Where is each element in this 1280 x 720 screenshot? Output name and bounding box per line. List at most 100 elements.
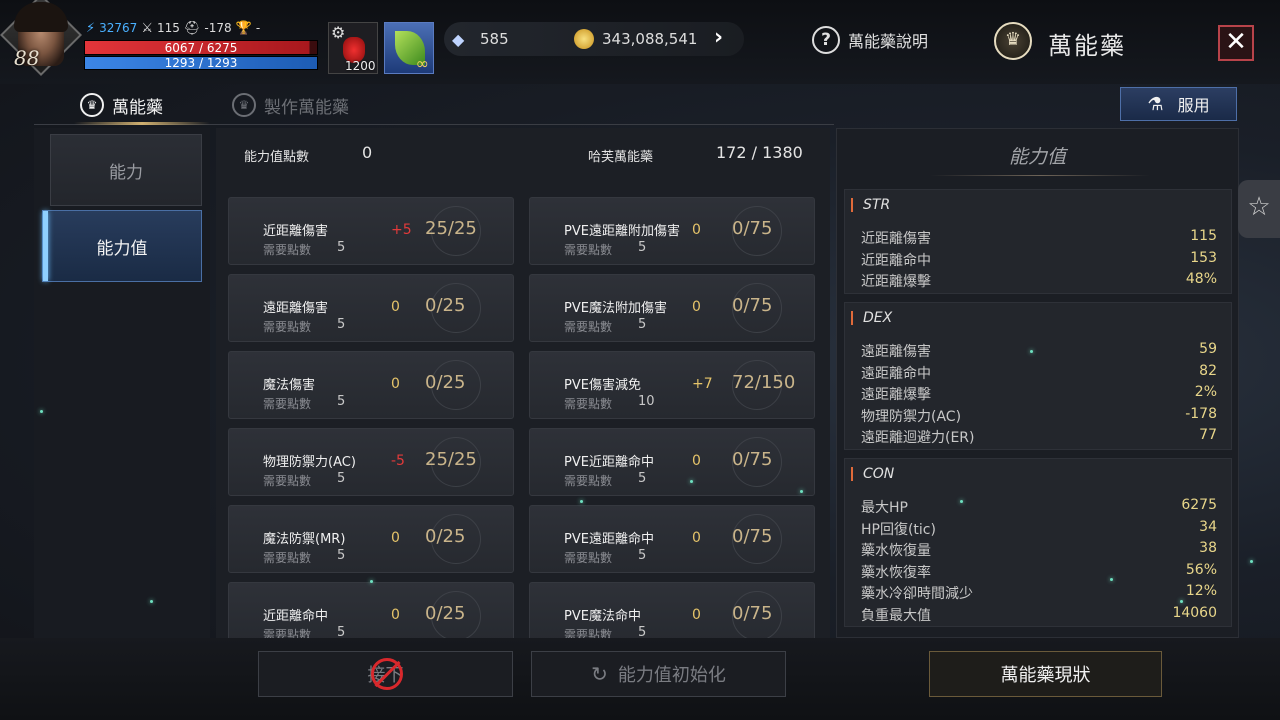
elixir-bonus: 0 (391, 299, 400, 315)
elixir-bonus: 0 (391, 376, 400, 392)
stat-section-header: CON (851, 467, 894, 481)
elixir-card[interactable]: PVE近距離命中 需要點數 5 0 0/75 (529, 428, 815, 496)
elixir-card[interactable]: 遠距離傷害 需要點數 5 0 0/25 (228, 274, 514, 342)
elixir-bonus: -5 (391, 453, 405, 469)
status-button-label: 萬能藥現狀 (1000, 665, 1091, 686)
elixir-card[interactable]: 魔法防禦(MR) 需要點數 5 0 0/25 (228, 505, 514, 573)
elixir-name: PVE傷害減免 (564, 378, 641, 393)
required-points-value: 5 (638, 240, 647, 255)
stat-value: 153 (1190, 249, 1217, 266)
trophy-value: - (255, 21, 261, 35)
required-points-value: 5 (337, 548, 346, 563)
points-label: 能力值點數 (244, 150, 310, 165)
required-points-label: 需要點數 (564, 243, 613, 257)
stat-label: 近距離爆擊 (861, 274, 931, 290)
stat-label: 近距離命中 (861, 252, 931, 269)
use-button[interactable]: ⚗ 服用 (1120, 87, 1237, 121)
help-label: 萬能藥說明 (848, 32, 929, 51)
required-points-value: 5 (337, 317, 346, 332)
chevron-right-icon[interactable]: › (714, 25, 723, 50)
points-value: 0 (362, 143, 373, 162)
menu-item-ability[interactable]: 能力 (50, 134, 202, 206)
elixir-name: 魔法傷害 (263, 378, 316, 393)
stat-value: 38 (1199, 540, 1217, 556)
stat-value: 6275 (1181, 497, 1217, 513)
gear-icon[interactable]: ⚙ (331, 23, 345, 42)
page-title: 萬能藥 (1048, 32, 1126, 60)
accept-button[interactable]: 接下 (258, 651, 513, 697)
stats-panel-title: 能力值 (1008, 146, 1066, 168)
stat-section-con: CON 最大HP 6275 HP回復(tic) 34 藥水恢復量 38 藥水恢復率 56% 藥水冷… (844, 458, 1232, 627)
haf-elixir-value: 172 / 1380 (716, 143, 803, 162)
stat-label: 藥水恢復率 (861, 564, 931, 581)
stat-row: 近距離命中 153 (861, 250, 1217, 270)
elixir-progress: 0/75 (732, 295, 773, 316)
potion-quickslot[interactable]: ⚙ 1200 (328, 22, 378, 74)
elixir-progress: 0/75 (732, 218, 773, 239)
required-points-label: 需要點數 (263, 320, 312, 334)
mp-text: 1293 / 1293 (164, 56, 238, 70)
required-points-label: 需要點數 (564, 551, 613, 565)
elixir-card[interactable]: PVE魔法附加傷害 需要點數 5 0 0/75 (529, 274, 815, 342)
stat-value: 115 (1190, 228, 1217, 244)
elixir-card[interactable]: PVE遠距離命中 需要點數 5 0 0/75 (529, 505, 815, 573)
stat-row: 藥水恢復量 38 (861, 540, 1217, 560)
required-points-label: 需要點數 (263, 243, 312, 257)
elixir-progress: 25/25 (425, 449, 477, 470)
menu-item-ability-value[interactable]: 能力值 (42, 210, 202, 282)
help-button[interactable]: ? 萬能藥說明 (812, 24, 928, 56)
elixir-name: 魔法防禦(MR) (263, 532, 346, 547)
elixir-name: 遠距離傷害 (263, 301, 329, 316)
trophy-icon: 🏆 (235, 20, 252, 36)
stat-row: 遠距離爆擊 2% (861, 384, 1217, 404)
infinity-icon: ∞ (415, 54, 429, 73)
elixir-bonus: 0 (391, 530, 400, 546)
stat-row: 近距離傷害 115 (861, 228, 1217, 248)
elixir-bonus: +5 (391, 222, 412, 238)
tab-craft-elixir[interactable]: ♛ 製作萬能藥 (232, 88, 349, 122)
required-points-value: 5 (337, 240, 346, 255)
reset-stats-button[interactable]: ↻ 能力值初始化 (531, 651, 786, 697)
use-button-label: 服用 (1177, 96, 1210, 115)
stat-value: 48% (1185, 271, 1217, 287)
selected-indicator (43, 211, 48, 281)
stat-section-str: STR 近距離傷害 115 近距離命中 153 近距離爆擊 48% (844, 189, 1232, 294)
stat-value: -178 (1185, 405, 1217, 422)
stat-label: 遠距離命中 (861, 365, 931, 382)
elixir-card[interactable]: 近距離傷害 需要點數 5 +5 25/25 (228, 197, 514, 265)
attack-value: 115 (156, 21, 180, 35)
elixir-card[interactable]: PVE傷害減免 需要點數 10 +7 72/150 (529, 351, 815, 419)
stat-row: 最大HP 6275 (861, 497, 1217, 517)
currency-bar[interactable]: ◆ 585 343,088,541 › (444, 22, 744, 56)
stat-label: 物理防禦力(AC) (861, 408, 962, 425)
elixir-bonus: 0 (692, 222, 701, 238)
buff-quickslot[interactable]: ∞ (384, 22, 434, 74)
required-points-value: 5 (638, 317, 647, 332)
elixir-progress: 0/25 (425, 372, 466, 393)
elixir-name: 近距離傷害 (263, 224, 329, 239)
elixir-card[interactable]: PVE遠距離附加傷害 需要點數 5 0 0/75 (529, 197, 815, 265)
elixir-tab-icon: ♛ (80, 93, 104, 117)
close-button[interactable]: ✕ (1218, 25, 1254, 61)
sparkle-particle (690, 480, 693, 483)
elixir-card[interactable]: 魔法傷害 需要點數 5 0 0/25 (228, 351, 514, 419)
required-points-label: 需要點數 (263, 397, 312, 411)
stat-label: 最大HP (861, 500, 908, 516)
side-star-tab[interactable]: ☆ (1238, 180, 1280, 238)
elixir-icon: ♛ (994, 22, 1032, 60)
required-points-value: 5 (638, 548, 647, 563)
defense-value: -178 (204, 21, 232, 35)
stat-row: 遠距離命中 82 (861, 363, 1217, 383)
elixir-card[interactable]: 物理防禦力(AC) 需要點數 5 -5 25/25 (228, 428, 514, 496)
elixir-status-button[interactable]: 萬能藥現狀 (929, 651, 1162, 697)
sparkle-particle (960, 500, 963, 503)
stat-row: 遠距離迴避力(ER) 77 (861, 427, 1217, 447)
stat-section-header: DEX (851, 311, 892, 325)
elixir-progress: 0/25 (425, 603, 466, 624)
stat-row: 負重最大值 14060 (861, 605, 1217, 625)
elixir-progress: 0/75 (732, 449, 773, 470)
power-icon: ⚡ (86, 20, 96, 36)
reset-button-label: 能力值初始化 (617, 665, 726, 686)
tab-elixir[interactable]: ♛ 萬能藥 (80, 88, 163, 122)
gold-coin-icon (574, 29, 594, 49)
